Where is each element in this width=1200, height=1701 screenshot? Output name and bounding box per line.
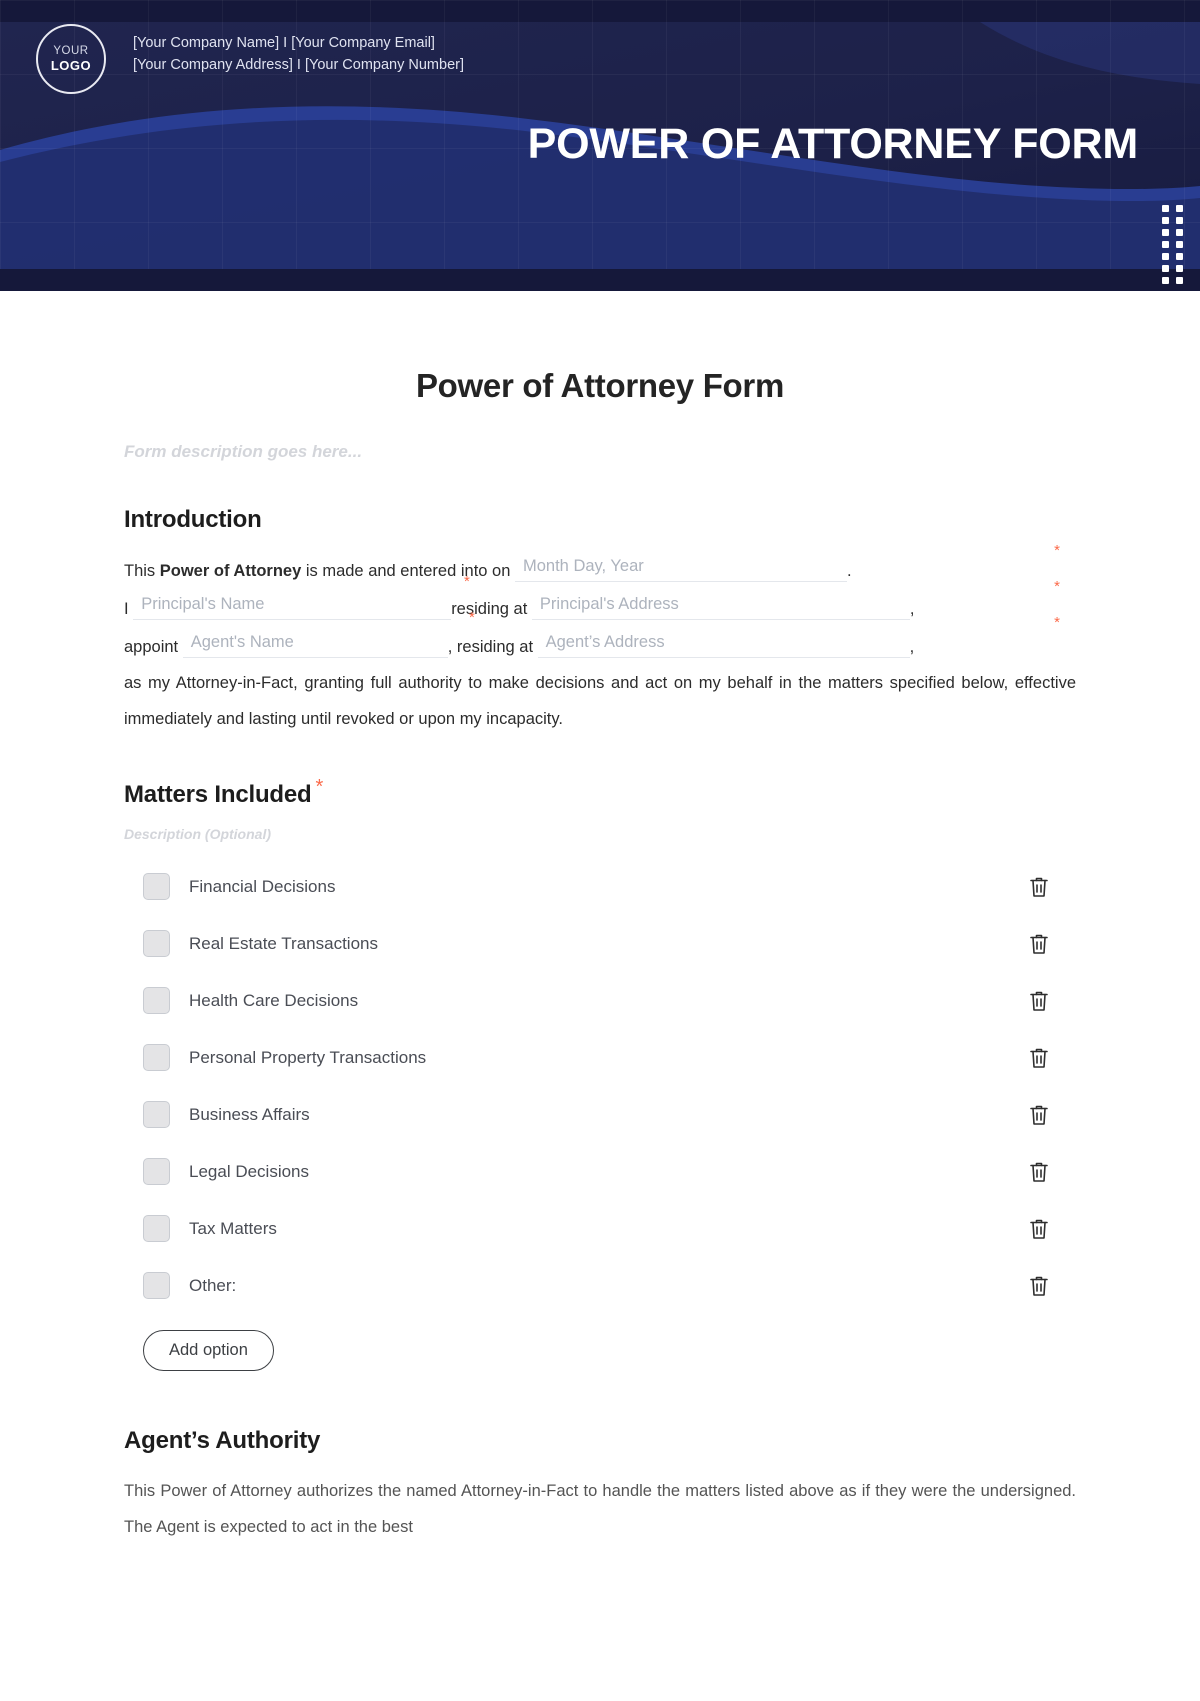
checkbox-legal-decisions[interactable] (143, 1158, 170, 1185)
trash-icon[interactable] (1026, 1045, 1052, 1071)
section-heading-agent-authority: Agent’s Authority (124, 1427, 321, 1454)
option-label: Health Care Decisions (189, 990, 359, 1010)
checkbox-business-affairs[interactable] (143, 1101, 170, 1128)
intro-bold-term: Power of Attorney (159, 562, 302, 580)
intro-period: . (847, 562, 852, 580)
agent-address-field[interactable]: Agent’s Address (537, 627, 910, 658)
intro-comma-1: , (909, 600, 915, 618)
required-star-date: * (1054, 542, 1060, 559)
agent-authority-paragraph: This Power of Attorney authorizes the na… (124, 1482, 1076, 1536)
required-star-principal-address: * (1054, 578, 1060, 595)
trash-icon[interactable] (1026, 874, 1052, 900)
banner-title: POWER OF ATTORNEY FORM (527, 120, 1139, 168)
appoint-word: appoint (124, 638, 179, 656)
company-info-line-2: [Your Company Address] I [Your Company N… (133, 56, 464, 73)
matters-option-list: Financial Decisions Real Estate Transact… (124, 858, 1076, 1314)
option-label: Business Affairs (189, 1104, 310, 1124)
option-label: Other: (189, 1275, 237, 1295)
trash-icon[interactable] (1026, 1102, 1052, 1128)
checkbox-real-estate-transactions[interactable] (143, 930, 170, 957)
drag-handle-dots-icon[interactable] (1162, 205, 1183, 284)
company-info-line-1: [Your Company Name] I [Your Company Emai… (133, 35, 435, 51)
logo-line-2: LOGO (50, 58, 92, 73)
document-body: Power of Attorney Form Form description … (0, 367, 1200, 1545)
matters-description-field[interactable]: Description (Optional) (124, 826, 1076, 842)
trash-icon[interactable] (1026, 988, 1052, 1014)
date-field[interactable]: Month Day, Year (515, 551, 847, 582)
checkbox-other[interactable] (143, 1272, 170, 1299)
residing-at-label-2: , residing at (447, 638, 534, 656)
option-label: Tax Matters (189, 1218, 277, 1238)
banner-bottom-strip (0, 269, 1200, 291)
list-item[interactable]: Tax Matters (124, 1200, 1076, 1257)
option-label: Real Estate Transactions (189, 933, 378, 953)
required-star-agent-address: * (1054, 614, 1060, 631)
matters-heading-label: Matters Included (124, 781, 312, 808)
checkbox-financial-decisions[interactable] (143, 873, 170, 900)
principal-address-field[interactable]: Principal's Address (531, 589, 910, 620)
option-label: Legal Decisions (189, 1161, 310, 1181)
intro-i-word: I (124, 600, 129, 618)
intro-text-1: This (124, 562, 160, 580)
trash-icon[interactable] (1026, 1216, 1052, 1242)
list-item[interactable]: Real Estate Transactions (124, 915, 1076, 972)
intro-closing-text: as my Attorney-in-Fact, granting full au… (124, 674, 1076, 728)
list-item[interactable]: Other: (124, 1257, 1076, 1314)
intro-comma-2: , (909, 638, 915, 656)
option-label: Personal Property Transactions (189, 1047, 427, 1067)
checkbox-personal-property-transactions[interactable] (143, 1044, 170, 1071)
residing-at-label-1: residing at (451, 600, 528, 618)
required-star-principal-name: * (464, 573, 470, 590)
header-banner: YOUR LOGO [Your Company Name] I [Your Co… (0, 0, 1200, 291)
section-heading-matters: Matters Included * (124, 777, 1076, 809)
logo-line-1: YOUR (53, 45, 89, 57)
trash-icon[interactable] (1026, 931, 1052, 957)
section-heading-introduction: Introduction (124, 506, 262, 533)
trash-icon[interactable] (1026, 1159, 1052, 1185)
introduction-paragraph: This Power of Attorney is made and enter… (124, 543, 1076, 737)
checkbox-health-care-decisions[interactable] (143, 987, 170, 1014)
required-star-agent-name: * (469, 609, 475, 626)
add-option-button[interactable]: Add option (143, 1330, 274, 1371)
list-item[interactable]: Business Affairs (124, 1086, 1076, 1143)
intro-text-2: is made and entered into on (301, 562, 511, 580)
checkbox-tax-matters[interactable] (143, 1215, 170, 1242)
required-star-matters: * (315, 776, 324, 798)
page-root: YOUR LOGO [Your Company Name] I [Your Co… (0, 0, 1200, 1701)
form-description[interactable]: Form description goes here... (124, 442, 1076, 462)
trash-icon[interactable] (1026, 1273, 1052, 1299)
list-item[interactable]: Financial Decisions (124, 858, 1076, 915)
company-logo: YOUR LOGO (36, 24, 106, 94)
list-item[interactable]: Personal Property Transactions (124, 1029, 1076, 1086)
page-title: Power of Attorney Form (415, 367, 785, 404)
principal-name-field[interactable]: Principal's Name (133, 589, 452, 620)
option-label: Financial Decisions (189, 876, 336, 896)
list-item[interactable]: Legal Decisions (124, 1143, 1076, 1200)
list-item[interactable]: Health Care Decisions (124, 972, 1076, 1029)
agent-name-field[interactable]: Agent's Name (182, 627, 448, 658)
company-info: [Your Company Name] I [Your Company Emai… (133, 33, 464, 76)
